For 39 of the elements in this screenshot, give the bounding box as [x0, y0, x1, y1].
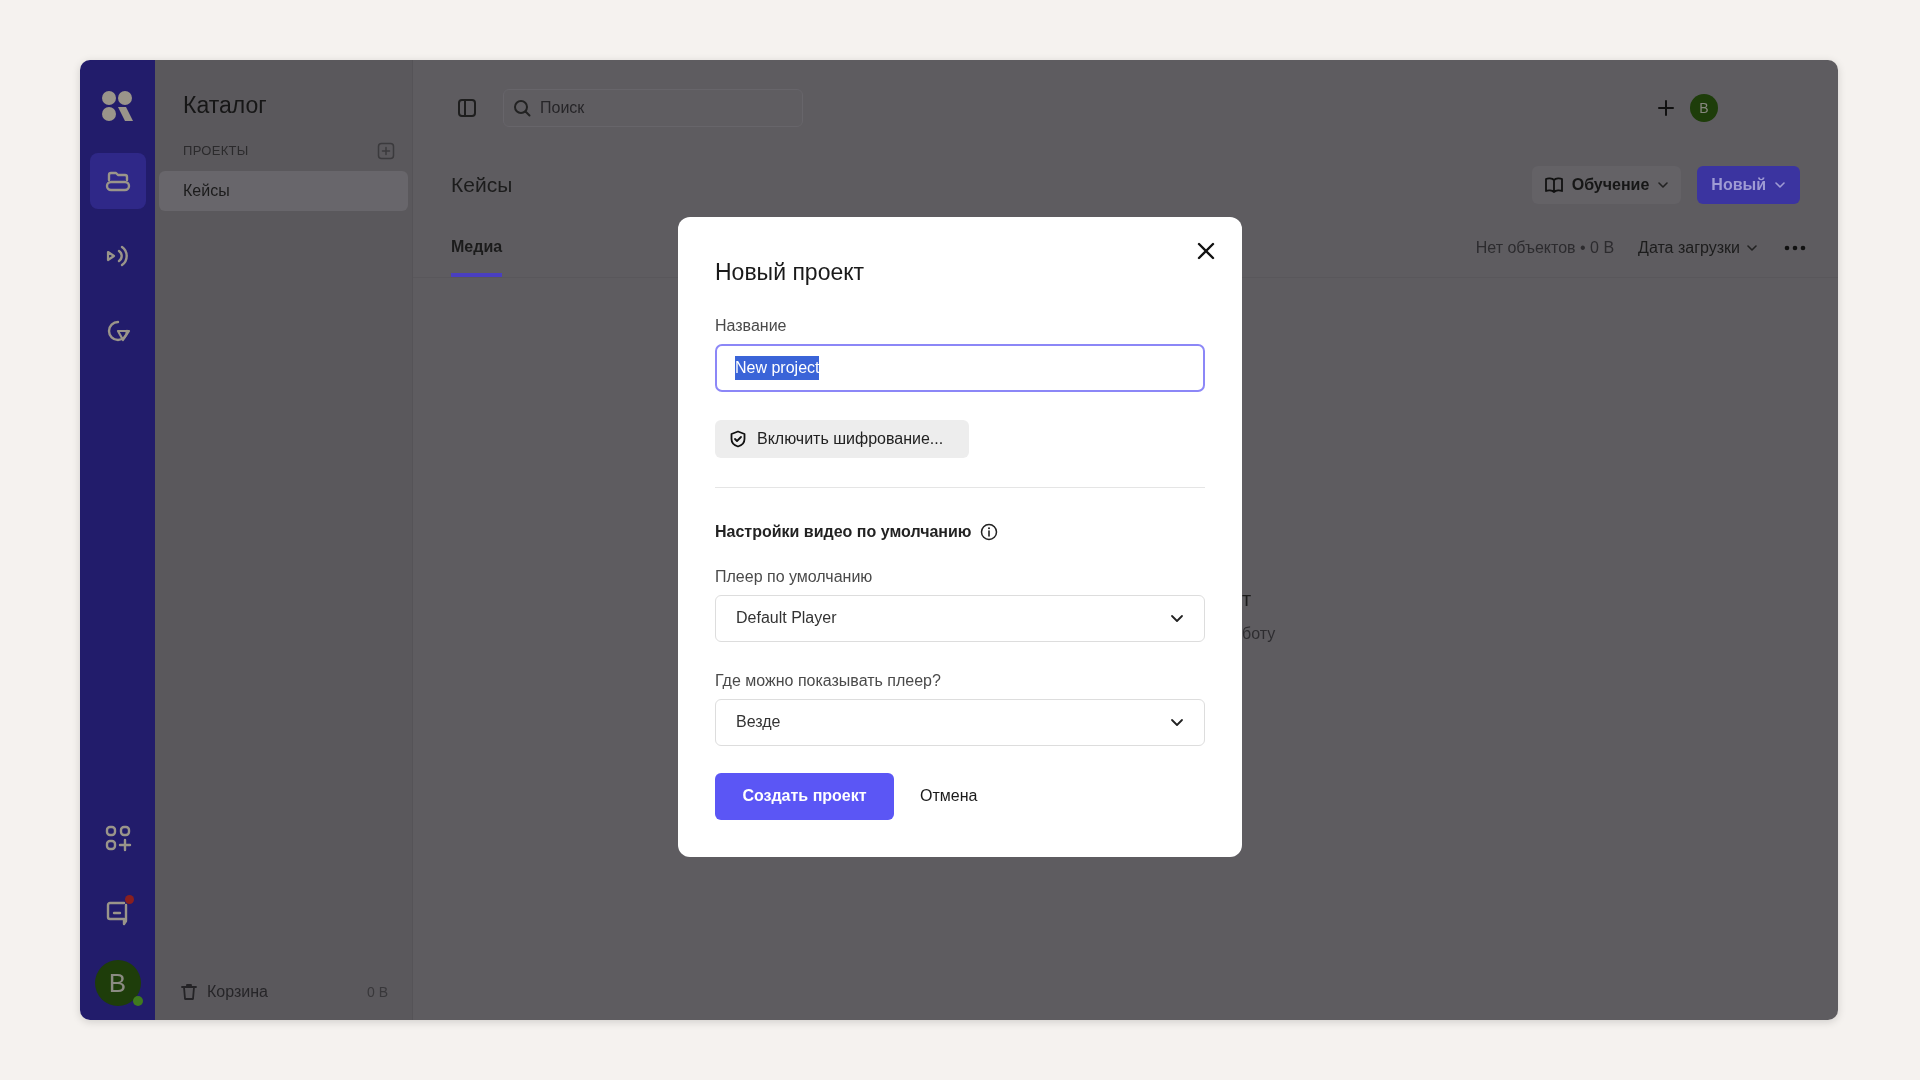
name-field[interactable]: New project [715, 343, 1205, 392]
shield-icon [729, 429, 747, 448]
info-button[interactable] [979, 522, 998, 541]
select-field[interactable]: Везде [715, 698, 1205, 746]
create-button[interactable]: Создать проект [715, 772, 894, 820]
logo-icon [100, 90, 135, 122]
sidebar-icon [457, 98, 477, 118]
project-item[interactable]: Кейсы [159, 170, 408, 211]
caret-icon [1774, 179, 1786, 191]
more-icon [1784, 244, 1806, 251]
user-avatar[interactable]: B [1690, 94, 1718, 122]
learn-button[interactable]: Обучение [1531, 166, 1682, 204]
field-label: Где можно показывать плеер? [715, 670, 941, 691]
select-field[interactable]: Default Player [715, 594, 1205, 642]
dialog-title: Новый проект [715, 258, 866, 287]
notification-dot [124, 895, 134, 904]
section-title: Настройки видео по умолчанию [715, 521, 972, 542]
field-label: Плеер по умолчанию [715, 566, 873, 587]
plus-icon [1657, 99, 1675, 117]
book-icon [1543, 175, 1564, 195]
sidebar-button[interactable] [89, 153, 146, 209]
search-field[interactable]: Поиск [503, 89, 803, 127]
info-icon [979, 522, 998, 541]
encryption-button[interactable]: Включить шифрование... [715, 419, 970, 458]
cancel-button[interactable]: Отмена [910, 784, 988, 808]
add-icon [377, 141, 395, 160]
tab[interactable]: Медиа [451, 214, 503, 277]
new-button[interactable]: Новый [1697, 166, 1800, 204]
caret-icon [1657, 179, 1670, 191]
field-label: Название [715, 315, 787, 336]
close-icon [1196, 241, 1216, 261]
page-title: Кейсы [451, 172, 513, 199]
trash-icon [179, 982, 199, 1002]
sort-dropdown[interactable]: Дата загрузки [1638, 235, 1758, 260]
search-icon [513, 99, 531, 117]
catalog-title: Каталог [182, 91, 268, 120]
user-avatar[interactable]: B [94, 960, 141, 1006]
empty-state-text: т [1242, 587, 1252, 612]
apps-icon [103, 824, 132, 852]
